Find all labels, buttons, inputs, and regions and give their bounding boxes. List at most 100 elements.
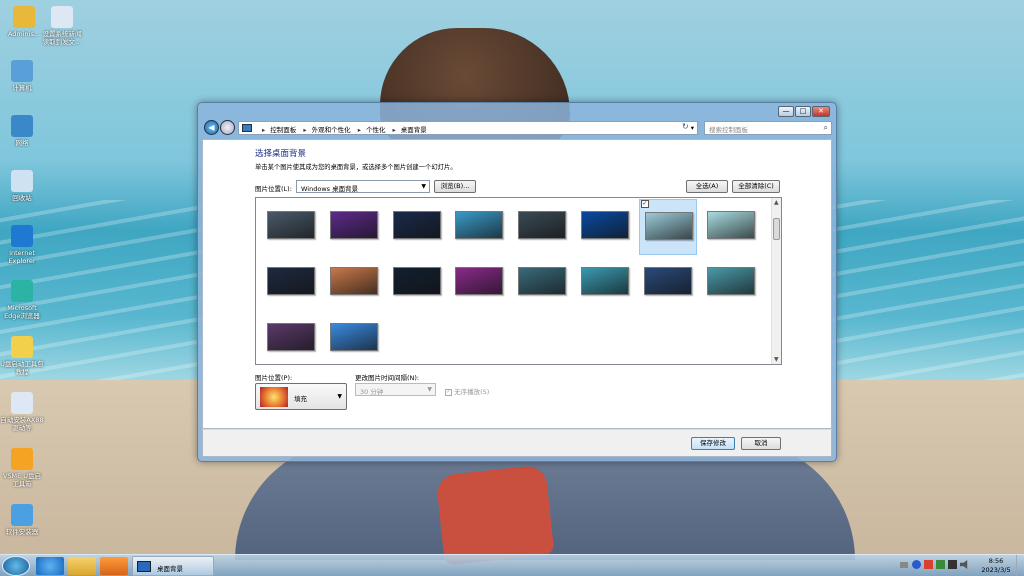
- clock-date: 2023/3/5: [981, 566, 1011, 574]
- dialog-footer: 保存修改 取消: [202, 429, 832, 457]
- wallpaper-thumbnail[interactable]: [513, 199, 571, 255]
- desktop-icon-label: 计算机: [12, 84, 32, 92]
- interval-select[interactable]: 30 分钟 ▼: [355, 383, 436, 396]
- wallpaper-thumbnail[interactable]: [325, 199, 383, 255]
- desktop-icon-label: U盘启动工具包 教程: [0, 360, 44, 376]
- scroll-up-icon[interactable]: ▲: [774, 199, 779, 206]
- thumbnail-image: [643, 267, 692, 295]
- search-input[interactable]: 搜索控制面板 ⌕: [704, 121, 832, 135]
- breadcrumb-personalization[interactable]: 个性化: [366, 126, 386, 134]
- thumbnail-image: [329, 211, 378, 239]
- show-desktop-button[interactable]: [1016, 555, 1024, 576]
- desktop-icon[interactable]: Microsoft Edge浏览器: [0, 280, 44, 320]
- wallpaper-thumbnail[interactable]: [450, 199, 508, 255]
- scrollbar-thumb[interactable]: [773, 218, 780, 240]
- thumbnail-image: [392, 267, 441, 295]
- desktop-icon[interactable]: 计算机: [0, 60, 44, 92]
- back-button[interactable]: ◀: [204, 120, 219, 135]
- taskbar-window-button[interactable]: 桌面背景: [132, 556, 214, 576]
- close-button[interactable]: ✕: [812, 106, 830, 117]
- thumbnail-image: [392, 211, 441, 239]
- control-panel-icon: [242, 124, 252, 132]
- address-dropdown-icon[interactable]: ▾: [691, 124, 694, 132]
- thumbnail-image: [581, 267, 629, 295]
- shuffle-checkbox[interactable]: ✓ 无序播放(S): [445, 386, 489, 396]
- wallpaper-thumbnail[interactable]: [262, 199, 320, 255]
- media-player-taskbar-icon[interactable]: [100, 557, 128, 575]
- desktop-icon[interactable]: Internet Explorer: [0, 225, 44, 265]
- desktop-icon[interactable]: 自动安装AX88 驱动等: [0, 392, 44, 432]
- thumbnail-image: [329, 267, 378, 295]
- picture-location-select[interactable]: Windows 桌面背景 ▼: [296, 180, 430, 193]
- breadcrumb-desktop-background[interactable]: 桌面背景: [401, 126, 427, 134]
- wallpaper-thumbnail[interactable]: [325, 255, 383, 311]
- network-icon[interactable]: [948, 560, 957, 569]
- caption-buttons: — □ ✕: [778, 106, 830, 118]
- checkbox-icon: ✓: [445, 388, 452, 396]
- search-icon[interactable]: ⌕: [824, 123, 828, 133]
- position-select[interactable]: 填充 ▼: [255, 383, 347, 410]
- scroll-down-icon[interactable]: ▼: [774, 356, 779, 363]
- wallpaper-thumbnail[interactable]: ✓: [638, 199, 697, 255]
- explorer-taskbar-icon[interactable]: [68, 557, 96, 575]
- wallpaper-thumbnail[interactable]: [513, 255, 571, 311]
- desktop-icon[interactable]: 设置系统新闻 读取到发文...: [40, 6, 84, 46]
- desktop-icon-image: [11, 336, 33, 358]
- save-button[interactable]: 保存修改: [691, 437, 735, 450]
- interval-value: 30 分钟: [360, 388, 384, 396]
- tray-app-icon[interactable]: [924, 560, 933, 569]
- gallery-scrollbar[interactable]: ▲ ▼: [771, 198, 781, 364]
- wallpaper-thumbnail[interactable]: [639, 255, 697, 311]
- thumbnail-image: [518, 267, 567, 295]
- position-preview-image: [260, 387, 288, 407]
- browse-button[interactable]: 浏览(B)...: [434, 180, 476, 193]
- wallpaper-thumbnail[interactable]: [576, 199, 634, 255]
- desktop-icon-image: [11, 504, 33, 526]
- maximize-button[interactable]: □: [795, 106, 811, 117]
- wallpaper-thumbnail[interactable]: [388, 199, 446, 255]
- wallpaper-thumbnail[interactable]: [576, 255, 634, 311]
- thumbnail-image: [455, 211, 504, 239]
- clear-all-button[interactable]: 全部清除(C): [732, 180, 780, 193]
- wallpaper-thumbnail[interactable]: [702, 255, 760, 311]
- desktop-background-window: — □ ✕ ◀ ▸ 控制面板 ▸ 外观和个性化 ▸ 个性化 ▸ 桌面背景 ▾ ↻ 搜索控…: [197, 102, 837, 462]
- wallpaper-thumbnail[interactable]: [262, 311, 320, 364]
- desktop-icon[interactable]: 回收站: [0, 170, 44, 202]
- thumbnail-image: [518, 211, 567, 239]
- wallpaper-thumbnail[interactable]: [262, 255, 320, 311]
- desktop-icon[interactable]: VSME U盘启 工具箱: [0, 448, 44, 488]
- thumbnail-checkbox[interactable]: ✓: [640, 200, 649, 208]
- wallpaper-thumbnail[interactable]: [450, 255, 508, 311]
- select-all-button[interactable]: 全选(A): [686, 180, 728, 193]
- wallpaper-thumbnail[interactable]: [702, 199, 760, 255]
- page-title: 选择桌面背景: [255, 149, 307, 159]
- desktop-icon[interactable]: 网络: [0, 115, 44, 147]
- thumbnail-image: [267, 267, 315, 295]
- battery-icon[interactable]: [936, 560, 945, 569]
- desktop-icon-image: [11, 448, 33, 470]
- desktop-icon-image: [11, 280, 33, 302]
- start-button[interactable]: [2, 556, 30, 576]
- desktop-icon-label: Internet Explorer: [8, 249, 36, 265]
- cancel-button[interactable]: 取消: [741, 437, 781, 450]
- desktop-icon-image: [11, 225, 33, 247]
- desktop-icon[interactable]: U盘启动工具包 教程: [0, 336, 44, 376]
- help-icon[interactable]: [912, 560, 921, 569]
- desktop-icon-label: 软件安装器: [5, 528, 39, 536]
- clock[interactable]: 8:56 2023/3/5: [978, 557, 1014, 575]
- wallpaper-thumbnail[interactable]: [388, 255, 446, 311]
- minimize-button[interactable]: —: [778, 106, 794, 117]
- desktop-icon[interactable]: 软件安装器: [0, 504, 44, 536]
- breadcrumb-control-panel[interactable]: 控制面板: [270, 126, 296, 134]
- wallpaper-thumbnail[interactable]: [325, 311, 383, 364]
- system-tray: 8:56 2023/3/5: [894, 555, 1024, 576]
- volume-icon[interactable]: [960, 560, 968, 569]
- thumbnail-image: [706, 267, 755, 295]
- address-bar[interactable]: ▸ 控制面板 ▸ 外观和个性化 ▸ 个性化 ▸ 桌面背景 ▾: [238, 121, 698, 135]
- breadcrumb-appearance[interactable]: 外观和个性化: [312, 126, 351, 134]
- refresh-icon[interactable]: ↻: [682, 122, 689, 131]
- ie-taskbar-icon[interactable]: [36, 557, 64, 575]
- forward-button[interactable]: [220, 120, 235, 135]
- tray-expand-icon[interactable]: [900, 562, 908, 568]
- search-placeholder: 搜索控制面板: [709, 126, 748, 134]
